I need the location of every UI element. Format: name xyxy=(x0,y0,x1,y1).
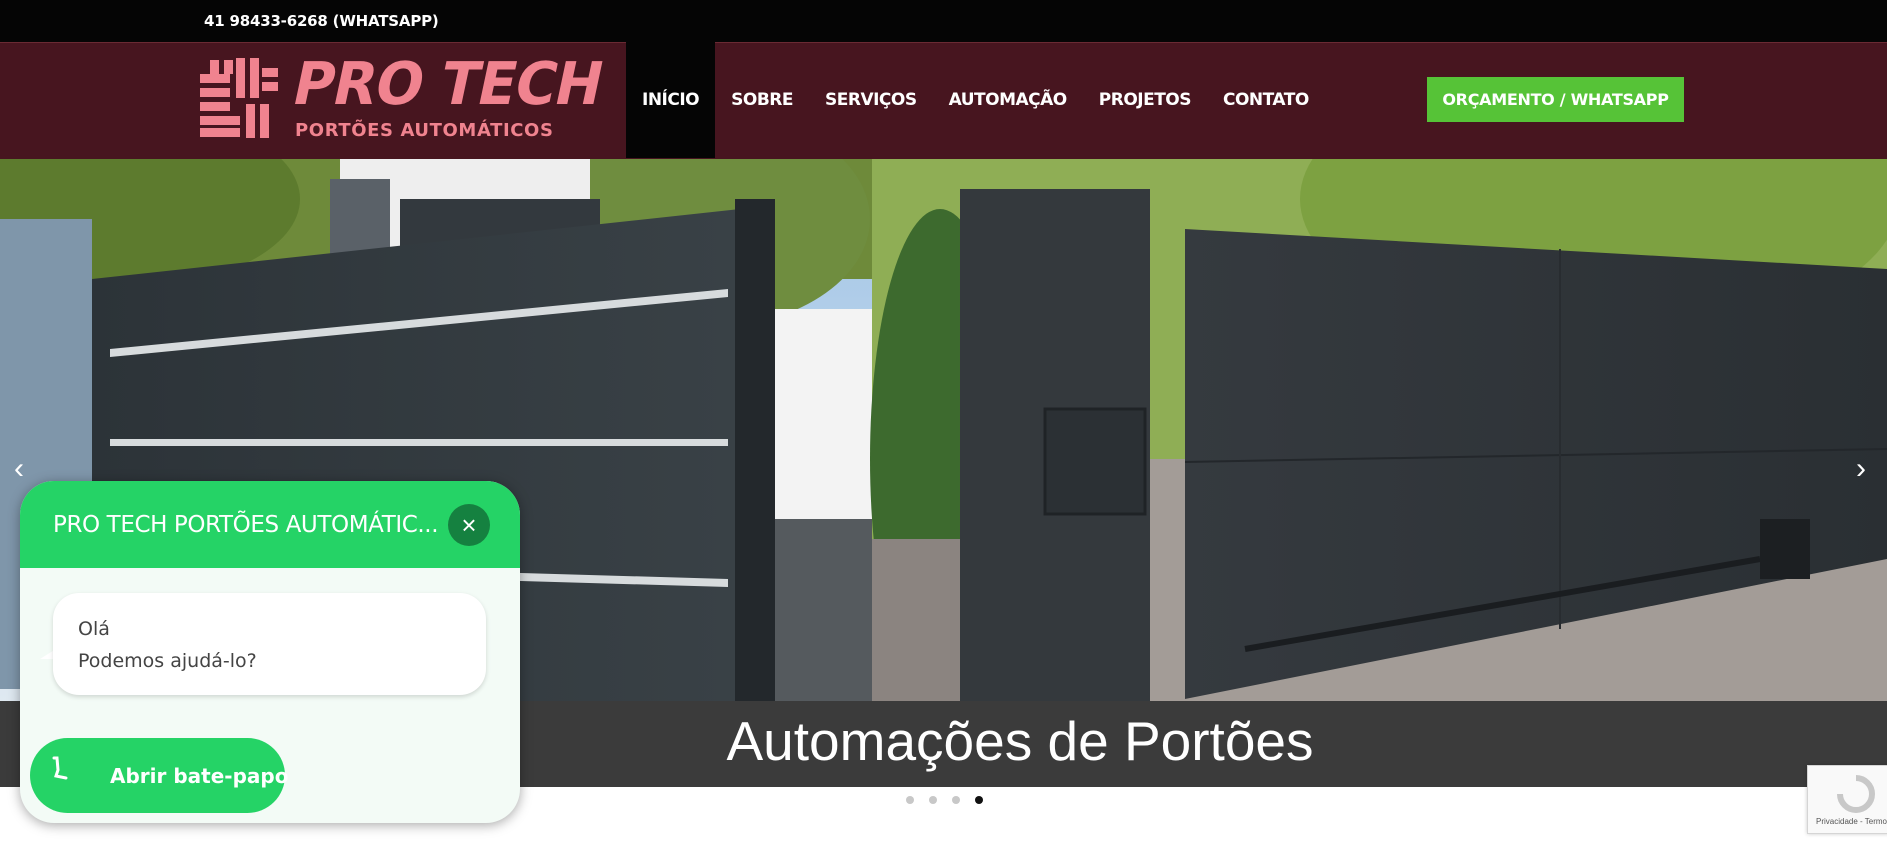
site-logo[interactable]: PRO TECH PORTÕES AUTOMÁTICOS xyxy=(198,50,609,144)
slider-next-arrow[interactable]: › xyxy=(1856,452,1866,486)
chat-message-bubble: Olá Podemos ajudá-lo? xyxy=(53,593,486,695)
open-chat-button[interactable]: Abrir bate-papo xyxy=(30,738,289,813)
quote-whatsapp-button[interactable]: ORÇAMENTO / WHATSAPP xyxy=(1427,77,1684,122)
whatsapp-phone[interactable]: 41 98433-6268 (WHATSAPP) xyxy=(204,12,439,30)
nav-projetos[interactable]: PROJETOS xyxy=(1083,42,1207,158)
slider-dot-1[interactable] xyxy=(906,796,914,804)
chat-greeting: Olá xyxy=(78,618,110,640)
main-nav: INÍCIO SOBRE SERVIÇOS AUTOMAÇÃO PROJETOS… xyxy=(626,42,1325,158)
slider-dots xyxy=(906,796,983,804)
recaptcha-terms[interactable]: Privacidade - Termos xyxy=(1816,817,1887,826)
chat-title: PRO TECH PORTÕES AUTOMÁTIC... xyxy=(53,512,439,538)
chat-header: PRO TECH PORTÕES AUTOMÁTIC... × xyxy=(20,481,520,568)
recaptcha-badge[interactable]: Privacidade - Termos xyxy=(1807,765,1887,834)
open-chat-label: Abrir bate-papo xyxy=(110,764,289,788)
whatsapp-icon xyxy=(52,756,68,780)
logo-subtitle: PORTÕES AUTOMÁTICOS xyxy=(295,120,554,141)
nav-contato[interactable]: CONTATO xyxy=(1207,42,1325,158)
nav-automacao[interactable]: AUTOMAÇÃO xyxy=(933,42,1083,158)
chat-message: Podemos ajudá-lo? xyxy=(78,650,257,672)
top-bar: 41 98433-6268 (WHATSAPP) xyxy=(0,0,1887,42)
logo-title: PRO TECH xyxy=(286,50,609,119)
whatsapp-chat-widget: PRO TECH PORTÕES AUTOMÁTIC... × Olá Pode… xyxy=(20,481,520,823)
slider-dot-2[interactable] xyxy=(929,796,937,804)
close-icon[interactable]: × xyxy=(448,504,490,546)
logo-mark-icon xyxy=(200,58,278,138)
nav-sobre[interactable]: SOBRE xyxy=(715,42,809,158)
recaptcha-icon xyxy=(1837,775,1875,813)
nav-inicio[interactable]: INÍCIO xyxy=(626,42,716,158)
slider-dot-3[interactable] xyxy=(952,796,960,804)
nav-servicos[interactable]: SERVIÇOS xyxy=(809,42,933,158)
slider-dot-4[interactable] xyxy=(975,796,983,804)
